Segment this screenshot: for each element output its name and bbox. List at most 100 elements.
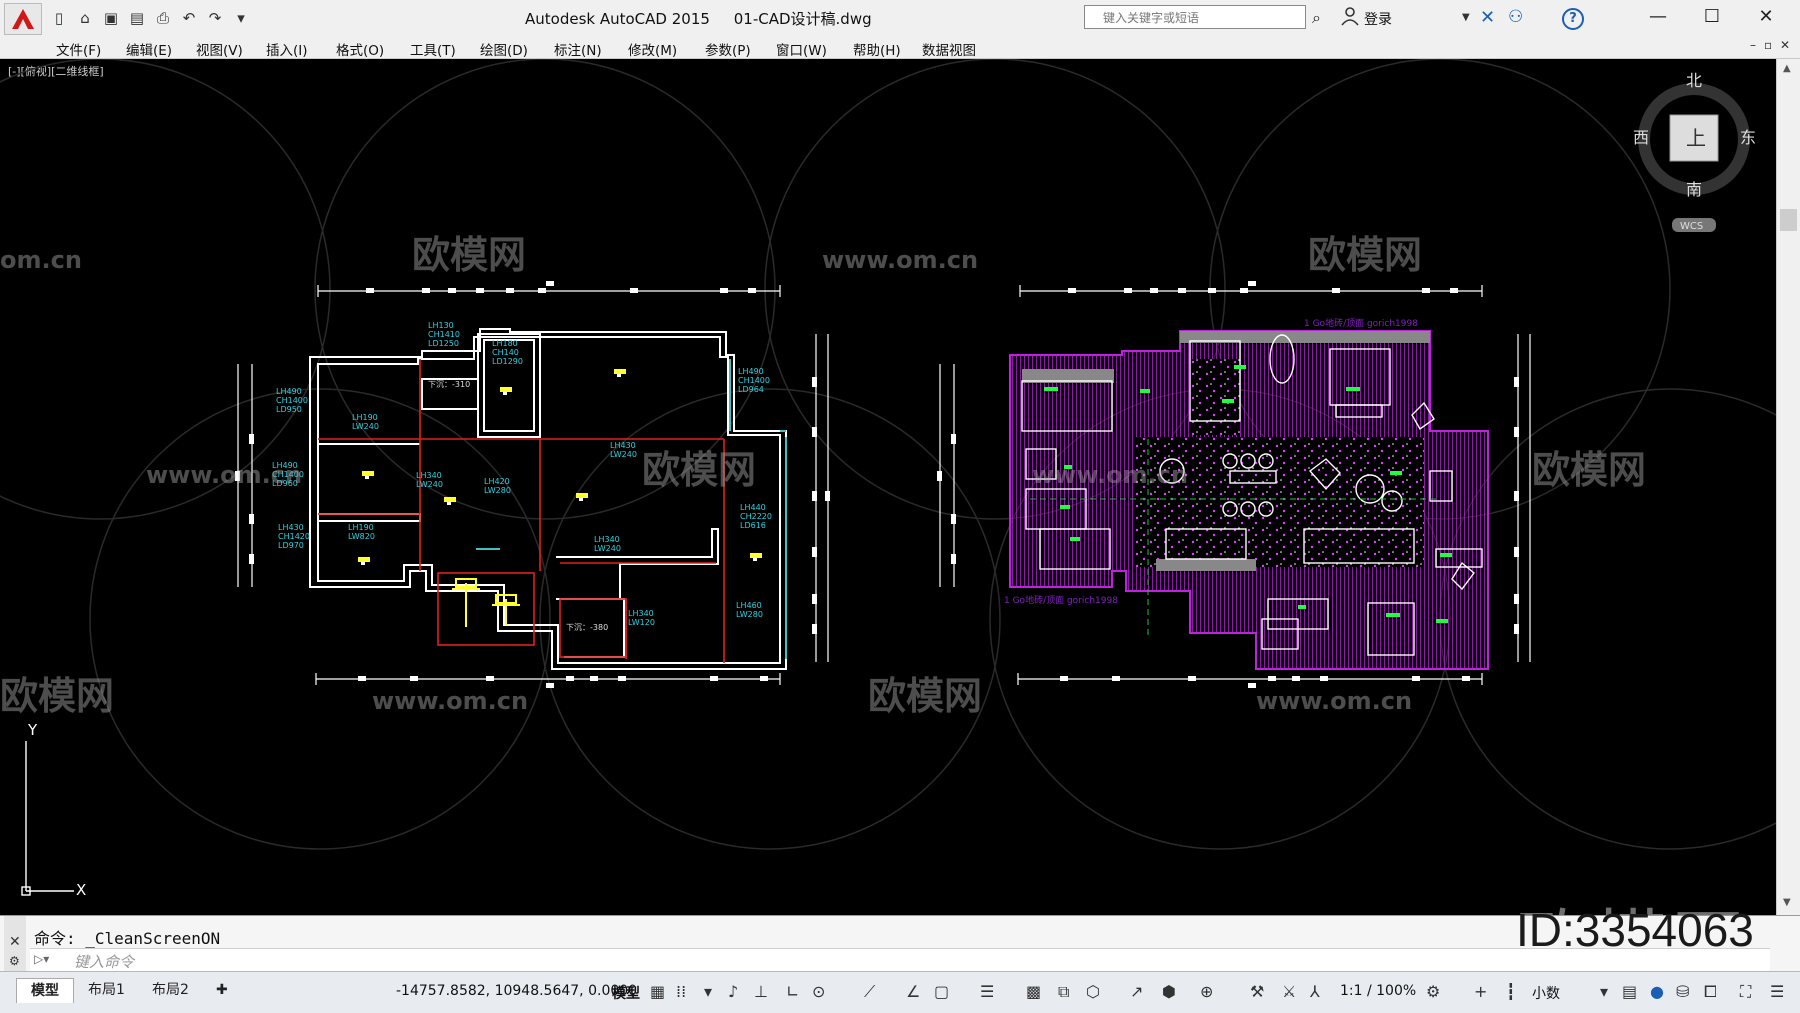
viewcube-north[interactable]: 北 xyxy=(1686,71,1702,90)
viewcube[interactable]: 上 北 南 东 西 WCS xyxy=(1633,71,1756,232)
command-prompt-icon[interactable]: ▷▾ xyxy=(34,952,49,966)
snap-dropdown-icon[interactable]: ▾ xyxy=(704,982,712,1001)
doc-close-icon[interactable]: ✕ xyxy=(1780,38,1790,52)
annotation-scale-icon[interactable]: ⅄ xyxy=(1310,982,1320,1001)
quick-properties-icon[interactable]: ▤ xyxy=(1622,982,1637,1001)
menu-parametric[interactable]: 参数(P) xyxy=(705,39,751,59)
label-r2-2: LD950 xyxy=(276,405,302,414)
units-dropdown-icon[interactable]: ▾ xyxy=(1600,982,1608,1001)
right-floor-plan[interactable]: 1 Go地砖/顶面 gorich1998 1 Go地砖/顶面 gorich199… xyxy=(937,281,1531,688)
menu-help[interactable]: 帮助(H) xyxy=(853,39,901,59)
infer-icon[interactable]: ♪ xyxy=(728,982,738,1001)
help-search-input[interactable]: 键入关键字或短语 xyxy=(1084,5,1306,29)
units-icon[interactable]: ┇ xyxy=(1506,982,1516,1001)
wm-brand-2: 欧模网 xyxy=(1308,233,1422,277)
scroll-thumb[interactable] xyxy=(1780,209,1797,231)
dynamic-ucs-icon[interactable]: ↗ xyxy=(1130,982,1143,1001)
viewcube-south[interactable]: 南 xyxy=(1686,180,1702,199)
annotation-visibility-icon[interactable]: ⚒ xyxy=(1250,982,1264,1001)
svg-text:LH490CH1400LD964: LH490 CH1400 LD964 xyxy=(738,367,770,394)
autocad-logo-icon xyxy=(12,9,34,29)
minimize-button[interactable]: — xyxy=(1638,4,1678,30)
snap-icon[interactable]: ⁞⁞ xyxy=(676,982,686,1001)
transparency-icon[interactable]: ▩ xyxy=(1026,982,1041,1001)
autocad-logo-button[interactable] xyxy=(4,3,42,35)
user-icon[interactable] xyxy=(1340,6,1360,26)
close-button[interactable]: ✕ xyxy=(1746,4,1786,30)
drawing-canvas[interactable]: [-][俯视][二维线框] LH130 CH1410 LD1250 LH180 … xyxy=(0,59,1776,915)
scroll-down-icon[interactable]: ▼ xyxy=(1783,897,1791,908)
lock-ui-icon[interactable]: ● xyxy=(1650,982,1664,1001)
clean-screen-icon[interactable]: ⛶ xyxy=(1740,982,1751,1002)
command-input[interactable]: ▷▾ 键入命令 xyxy=(30,948,1770,971)
annotation-monitor-icon[interactable]: + xyxy=(1474,982,1487,1001)
auto-scale-icon[interactable]: ⚔ xyxy=(1282,982,1296,1001)
osnap-track-icon[interactable]: ∠ xyxy=(906,982,920,1001)
viewcube-east[interactable]: 东 xyxy=(1740,128,1756,147)
command-line-handle[interactable]: ✕ ⚙ xyxy=(4,916,26,972)
print-icon[interactable]: ⎙ xyxy=(152,7,174,29)
binoculars-icon[interactable]: ⌕ xyxy=(1312,8,1321,28)
viewcube-top-face[interactable]: 上 xyxy=(1686,126,1706,150)
help-icon[interactable]: ? xyxy=(1562,8,1584,30)
login-dropdown-icon[interactable]: ▼ xyxy=(1462,12,1470,23)
tab-layout1[interactable]: 布局1 xyxy=(74,978,139,1002)
isolate-objects-icon[interactable]: ⛁ xyxy=(1676,982,1689,1001)
menu-dimension[interactable]: 标注(N) xyxy=(554,39,602,59)
cursor-coordinates[interactable]: -14757.8582, 10948.5647, 0.0000 xyxy=(396,983,637,999)
hardware-acceleration-icon[interactable]: ⧠ xyxy=(1704,982,1717,1002)
wcs-menu[interactable]: WCS xyxy=(1680,221,1703,232)
label-r7-0: LH340 xyxy=(416,471,442,480)
polar-icon[interactable]: ⊙ xyxy=(812,982,825,1001)
doc-minimize-icon[interactable]: – xyxy=(1750,38,1756,52)
menu-data-view[interactable]: 数据视图 xyxy=(922,39,976,59)
vertical-scrollbar[interactable]: ▲ ▼ xyxy=(1776,59,1800,915)
osnap-icon[interactable]: ▢ xyxy=(934,982,949,1001)
ortho-icon[interactable]: ∟ xyxy=(786,982,799,1001)
selection-filter-icon[interactable]: ⬢ xyxy=(1162,982,1176,1001)
undo-icon[interactable]: ↶ xyxy=(178,7,200,29)
a360-icon[interactable]: ⚇ xyxy=(1508,7,1523,27)
menu-format[interactable]: 格式(O) xyxy=(336,39,384,59)
save-icon[interactable]: ▣ xyxy=(100,7,122,29)
save-as-icon[interactable]: ▤ xyxy=(126,7,148,29)
tab-layout2[interactable]: 布局2 xyxy=(138,978,203,1002)
open-folder-icon[interactable]: ⌂ xyxy=(74,7,96,29)
menu-draw[interactable]: 绘图(D) xyxy=(480,39,528,59)
lineweight-icon[interactable]: ☰ xyxy=(980,982,994,1001)
doc-restore-icon[interactable]: ▫ xyxy=(1764,38,1772,52)
exchange-icon[interactable]: ✕ xyxy=(1480,7,1495,28)
menu-insert[interactable]: 插入(I) xyxy=(266,39,308,59)
menu-window[interactable]: 窗口(W) xyxy=(776,39,827,59)
label-sunken-2: 下沉：-380 xyxy=(566,623,608,632)
units-selector[interactable]: 小数 xyxy=(1532,983,1560,1003)
model-space-button[interactable]: 模型 xyxy=(612,983,640,1003)
label-r10-0: LH190 xyxy=(348,523,374,532)
gizmo-icon[interactable]: ⊕ xyxy=(1200,982,1213,1001)
workspace-icon[interactable]: ⚙ xyxy=(1426,982,1440,1001)
viewcube-west[interactable]: 西 xyxy=(1633,128,1649,147)
menu-edit[interactable]: 编辑(E) xyxy=(126,39,172,59)
selection-cycling-icon[interactable]: ⧉ xyxy=(1058,982,1069,1002)
menu-modify[interactable]: 修改(M) xyxy=(628,39,677,59)
new-file-icon[interactable]: ▯ xyxy=(48,7,70,29)
login-button[interactable]: 登录 xyxy=(1364,9,1392,29)
menu-tools[interactable]: 工具(T) xyxy=(410,39,456,59)
3d-osnap-icon[interactable]: ⬡ xyxy=(1086,982,1100,1001)
annotation-scale[interactable]: 1:1 / 100% xyxy=(1340,983,1416,999)
maximize-button[interactable]: ☐ xyxy=(1692,4,1732,30)
tab-model[interactable]: 模型 xyxy=(16,978,74,1003)
menu-file[interactable]: 文件(F) xyxy=(56,39,101,59)
label-r12-1: CH2220 xyxy=(740,512,772,521)
isodraft-icon[interactable]: ⟋ xyxy=(864,982,875,1002)
command-close-icon[interactable]: ✕ xyxy=(9,934,21,950)
command-settings-icon[interactable]: ⚙ xyxy=(9,954,20,968)
menu-view[interactable]: 视图(V) xyxy=(196,39,243,59)
customization-icon[interactable]: ☰ xyxy=(1770,982,1784,1001)
toolbar-dropdown-icon[interactable]: ▾ xyxy=(230,7,252,29)
grid-icon[interactable]: ▦ xyxy=(650,982,665,1001)
dynamic-input-icon[interactable]: ⊥ xyxy=(754,982,768,1001)
add-layout-icon[interactable]: ✚ xyxy=(202,978,242,1002)
scroll-up-icon[interactable]: ▲ xyxy=(1783,63,1791,74)
redo-icon[interactable]: ↷ xyxy=(204,7,226,29)
